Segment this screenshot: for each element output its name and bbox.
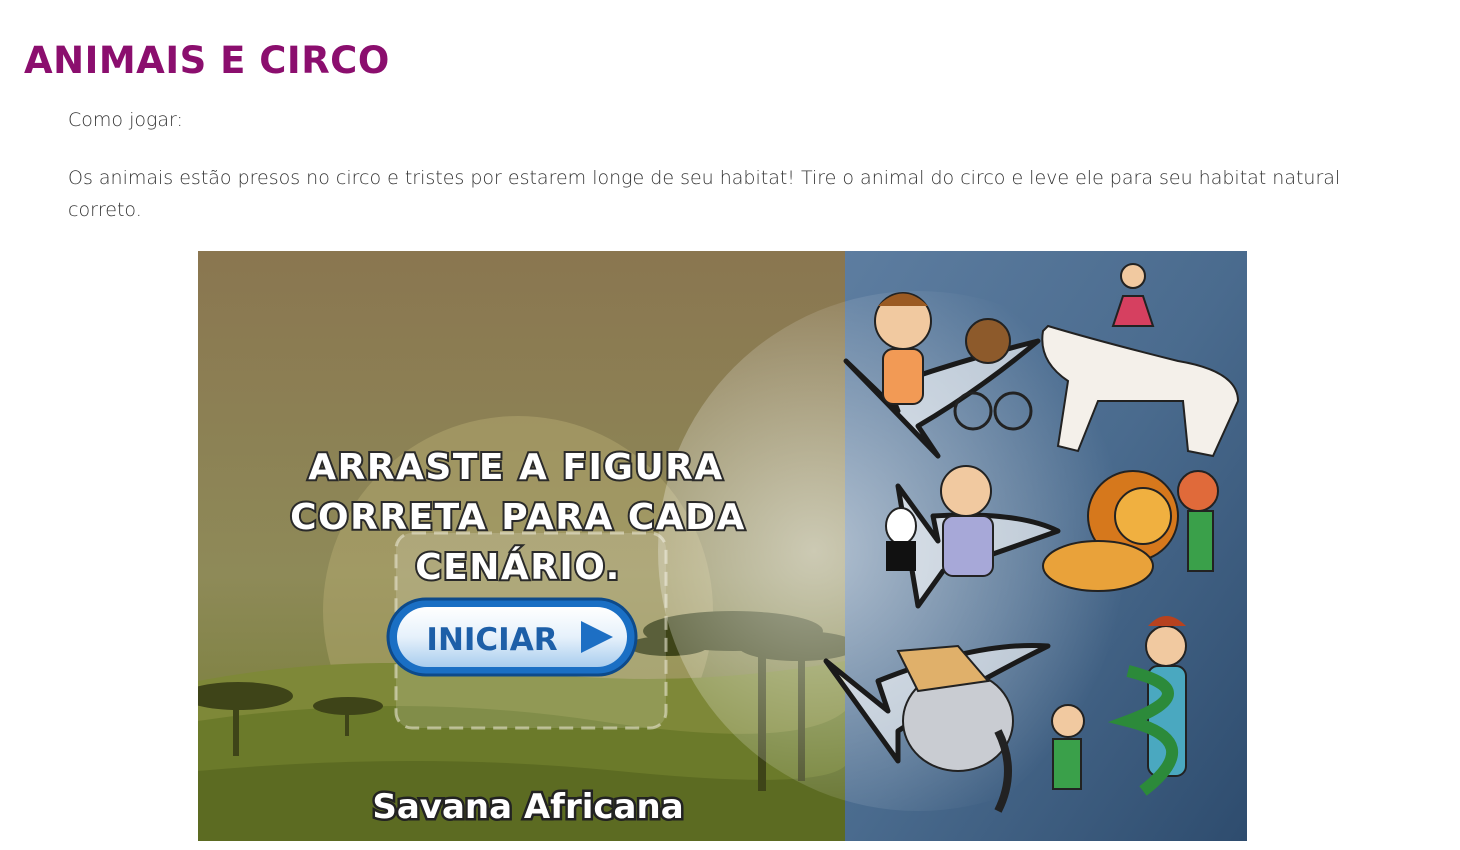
scenario-label: Savana Africana (372, 787, 683, 827)
instruction-line-2: CORRETA PARA CADA (290, 497, 746, 538)
instruction-line-3: CENÁRIO. (415, 546, 621, 588)
start-button[interactable]: INICIAR (386, 597, 638, 677)
game-description: Os animais estão presos no circo e trist… (68, 167, 1341, 221)
instruction-line-1: ARRASTE A FIGURA (308, 447, 724, 488)
how-to-play-label: Como jogar: (68, 109, 183, 131)
page-title: ANIMAIS E CIRCO (24, 39, 390, 82)
start-button-label: INICIAR (426, 622, 557, 658)
game-canvas[interactable]: ARRASTE A FIGURA CORRETA PARA CADA CENÁR… (198, 251, 1247, 841)
